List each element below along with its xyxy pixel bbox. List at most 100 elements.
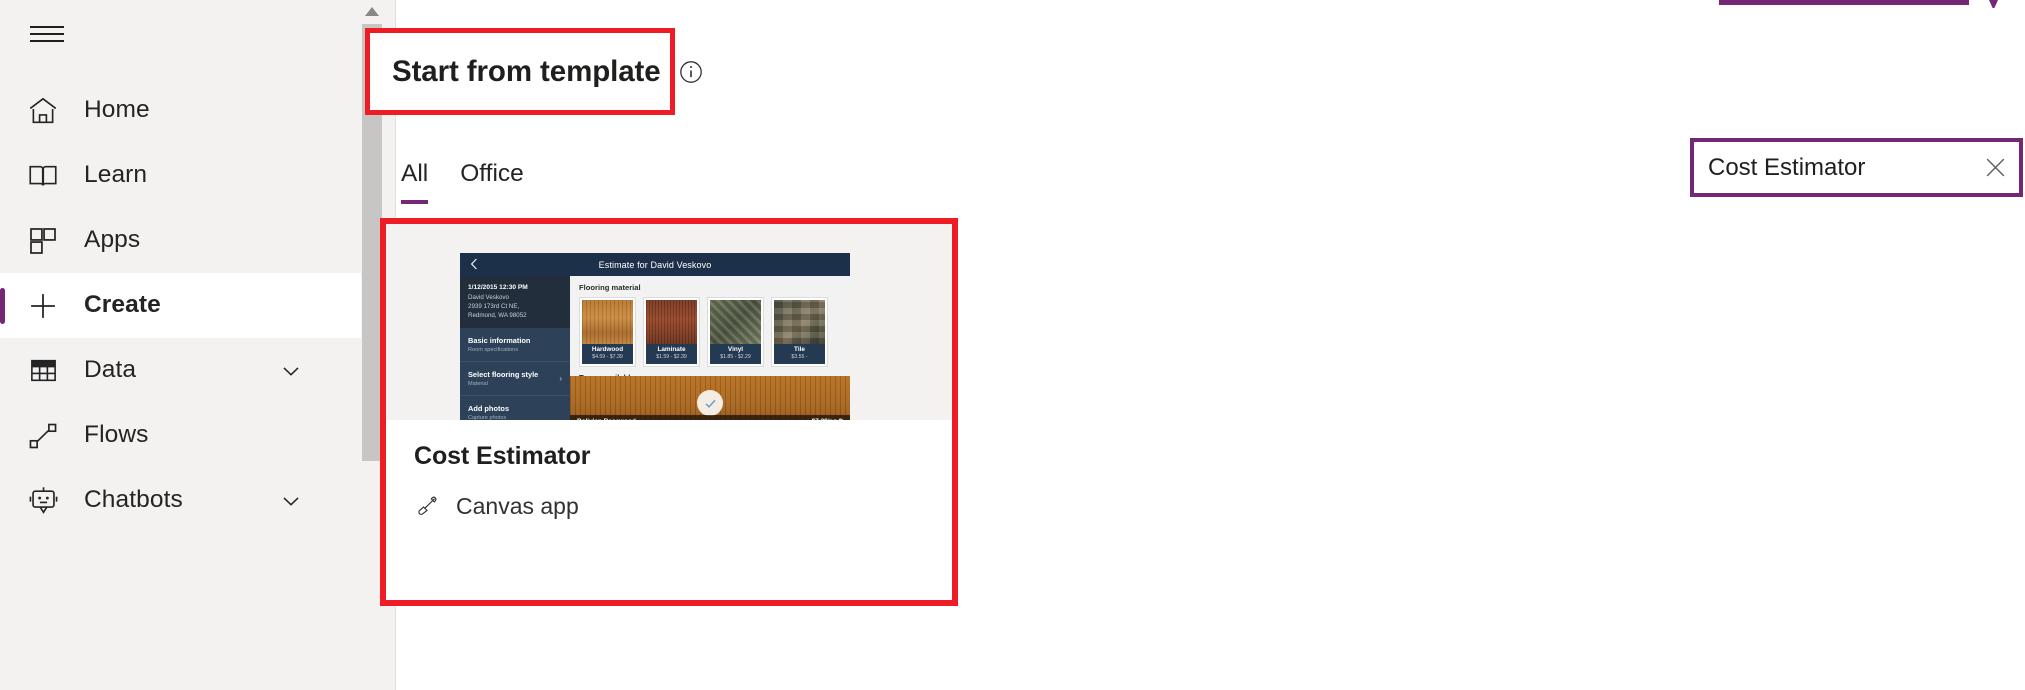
template-category-tabs: All Office [385, 160, 540, 204]
mock-menu-title: Add photos [468, 404, 510, 413]
mock-address-line2: Redmond, WA 98052 [468, 312, 527, 319]
material-swatch [582, 300, 633, 344]
top-command-bar-strip [1719, 0, 1969, 5]
template-name: Cost Estimator [414, 442, 591, 470]
mock-menu-title: Select flooring style [468, 370, 539, 379]
chevron-down-icon[interactable] [278, 488, 304, 514]
material-price: $1.85 - $2.29 [720, 354, 751, 360]
page-title: Start from template [392, 54, 661, 88]
template-search-box[interactable] [1690, 138, 2023, 197]
mock-material-tile: Vinyl $1.85 - $2.29 [707, 297, 764, 367]
hamburger-bar [30, 40, 64, 42]
material-name: Laminate [657, 346, 686, 353]
material-caption: Vinyl $1.85 - $2.29 [710, 344, 761, 364]
book-icon [24, 157, 62, 195]
home-icon [24, 92, 62, 130]
mock-menu-subtitle: Room specifications [468, 347, 519, 353]
material-name: Vinyl [727, 346, 744, 353]
template-type-row: Canvas app [414, 493, 924, 520]
template-thumbnail: Estimate for David Veskovo 1/12/2015 12:… [386, 224, 952, 420]
sidebar-item-label: Learn [84, 161, 148, 189]
paintbrush-icon [414, 494, 440, 520]
material-swatch [710, 300, 761, 344]
selected-wood-name: Bolivian Rosewood [577, 415, 636, 420]
mock-material-list: Hardwood $4.59 - $7.39 Laminate $1.59 - … [570, 297, 850, 367]
sidebar-item-label: Home [84, 96, 150, 124]
tab-label: Office [460, 160, 524, 187]
mock-app-header: Estimate for David Veskovo [460, 253, 850, 276]
mock-menu-title: Basic information [468, 336, 531, 345]
scroll-up-arrow-icon[interactable] [361, 2, 383, 20]
sidebar-item-chatbots[interactable]: Chatbots [0, 468, 370, 533]
tab-all[interactable]: All [385, 160, 444, 204]
material-name: Hardwood [591, 346, 624, 353]
mock-customer-block: 1/12/2015 12:30 PM David Veskovo 2939 17… [460, 276, 570, 328]
chevron-right-icon: › [559, 374, 562, 383]
material-price: $3.55 - [791, 354, 808, 360]
chatbot-icon [24, 482, 62, 520]
chevron-down-icon[interactable] [278, 358, 304, 384]
main-content-area: Start from template All Office Cost Esti… [365, 0, 2025, 690]
app-preview-mock: Estimate for David Veskovo 1/12/2015 12:… [460, 253, 850, 420]
mock-menu-item: Add photos Capture photos [460, 396, 570, 420]
mock-material-tile: Hardwood $4.59 - $7.39 [579, 297, 636, 367]
sidebar-item-data[interactable]: Data [0, 338, 370, 403]
mock-selected-wood-panel: Bolivian Rosewood $7.39/sq ft [570, 376, 850, 420]
mock-customer-name: David Veskovo [468, 294, 509, 301]
mock-datetime: 1/12/2015 12:30 PM [468, 284, 528, 291]
left-navigation-sidebar: Home Learn Apps Create Data Flows Chatbo… [0, 0, 396, 690]
material-caption: Hardwood $4.59 - $7.39 [582, 344, 633, 364]
material-swatch [774, 300, 825, 344]
mock-wood-footer: Bolivian Rosewood $7.39/sq ft [570, 415, 850, 420]
chevron-left-icon [468, 257, 480, 271]
sidebar-item-label: Chatbots [84, 486, 183, 514]
sidebar-item-learn[interactable]: Learn [0, 143, 370, 208]
sidebar-item-flows[interactable]: Flows [0, 403, 370, 468]
sidebar-item-label: Create [84, 291, 161, 319]
info-circle-icon[interactable] [678, 59, 704, 85]
mock-address-line1: 2939 173rd Ct NE, [468, 303, 520, 310]
mock-app-title: Estimate for David Veskovo [598, 259, 712, 270]
mock-menu-subtitle: Material [468, 381, 488, 387]
sidebar-item-home[interactable]: Home [0, 78, 370, 143]
mock-sidebar: 1/12/2015 12:30 PM David Veskovo 2939 17… [460, 276, 570, 420]
material-price: $4.59 - $7.39 [592, 354, 623, 360]
tab-label: All [401, 160, 429, 187]
hamburger-bar [30, 33, 64, 35]
material-swatch [646, 300, 697, 344]
table-icon [24, 352, 62, 390]
app-root: Home Learn Apps Create Data Flows Chatbo… [0, 0, 2025, 690]
selected-wood-price: $7.39/sq ft [812, 415, 843, 420]
material-price: $1.59 - $2.39 [656, 354, 687, 360]
sidebar-item-create[interactable]: Create [0, 273, 370, 338]
sidebar-nav-list: Home Learn Apps Create Data Flows Chatbo… [0, 78, 370, 533]
mock-material-tile: Laminate $1.59 - $2.39 [643, 297, 700, 367]
template-card-meta: Cost Estimator Canvas app [386, 420, 952, 600]
close-x-icon[interactable] [1971, 142, 2019, 193]
material-name: Tile [794, 346, 805, 353]
flows-icon [24, 417, 62, 455]
sidebar-item-label: Apps [84, 226, 141, 254]
cost-estimator-card-highlight: Estimate for David Veskovo 1/12/2015 12:… [380, 218, 958, 606]
menu-hamburger-icon[interactable] [16, 6, 78, 62]
apps-icon [24, 222, 62, 260]
plus-icon [24, 287, 62, 325]
top-command-bar-marker [1989, 0, 1998, 8]
sidebar-item-apps[interactable]: Apps [0, 208, 370, 273]
template-type-label: Canvas app [456, 493, 579, 519]
mock-app-body: 1/12/2015 12:30 PM David Veskovo 2939 17… [460, 276, 850, 420]
sidebar-item-label: Flows [84, 421, 149, 449]
search-input[interactable] [1694, 142, 1971, 193]
mock-material-tile: Tile $3.55 - [771, 297, 828, 367]
mock-menu-item: Basic information Room specifications [460, 328, 570, 362]
check-icon [697, 390, 723, 416]
mock-section-material: Flooring material [579, 283, 641, 292]
mock-content-pane: Flooring material Hardwood $4.59 - $7.39 [570, 276, 850, 420]
mock-menu-subtitle: Capture photos [468, 415, 507, 420]
start-from-template-highlight: Start from template [365, 28, 702, 115]
material-caption: Tile $3.55 - [774, 344, 825, 364]
material-caption: Laminate $1.59 - $2.39 [646, 344, 697, 364]
tab-office[interactable]: Office [444, 160, 540, 204]
sidebar-item-label: Data [84, 356, 137, 384]
template-card[interactable]: Estimate for David Veskovo 1/12/2015 12:… [386, 224, 952, 600]
